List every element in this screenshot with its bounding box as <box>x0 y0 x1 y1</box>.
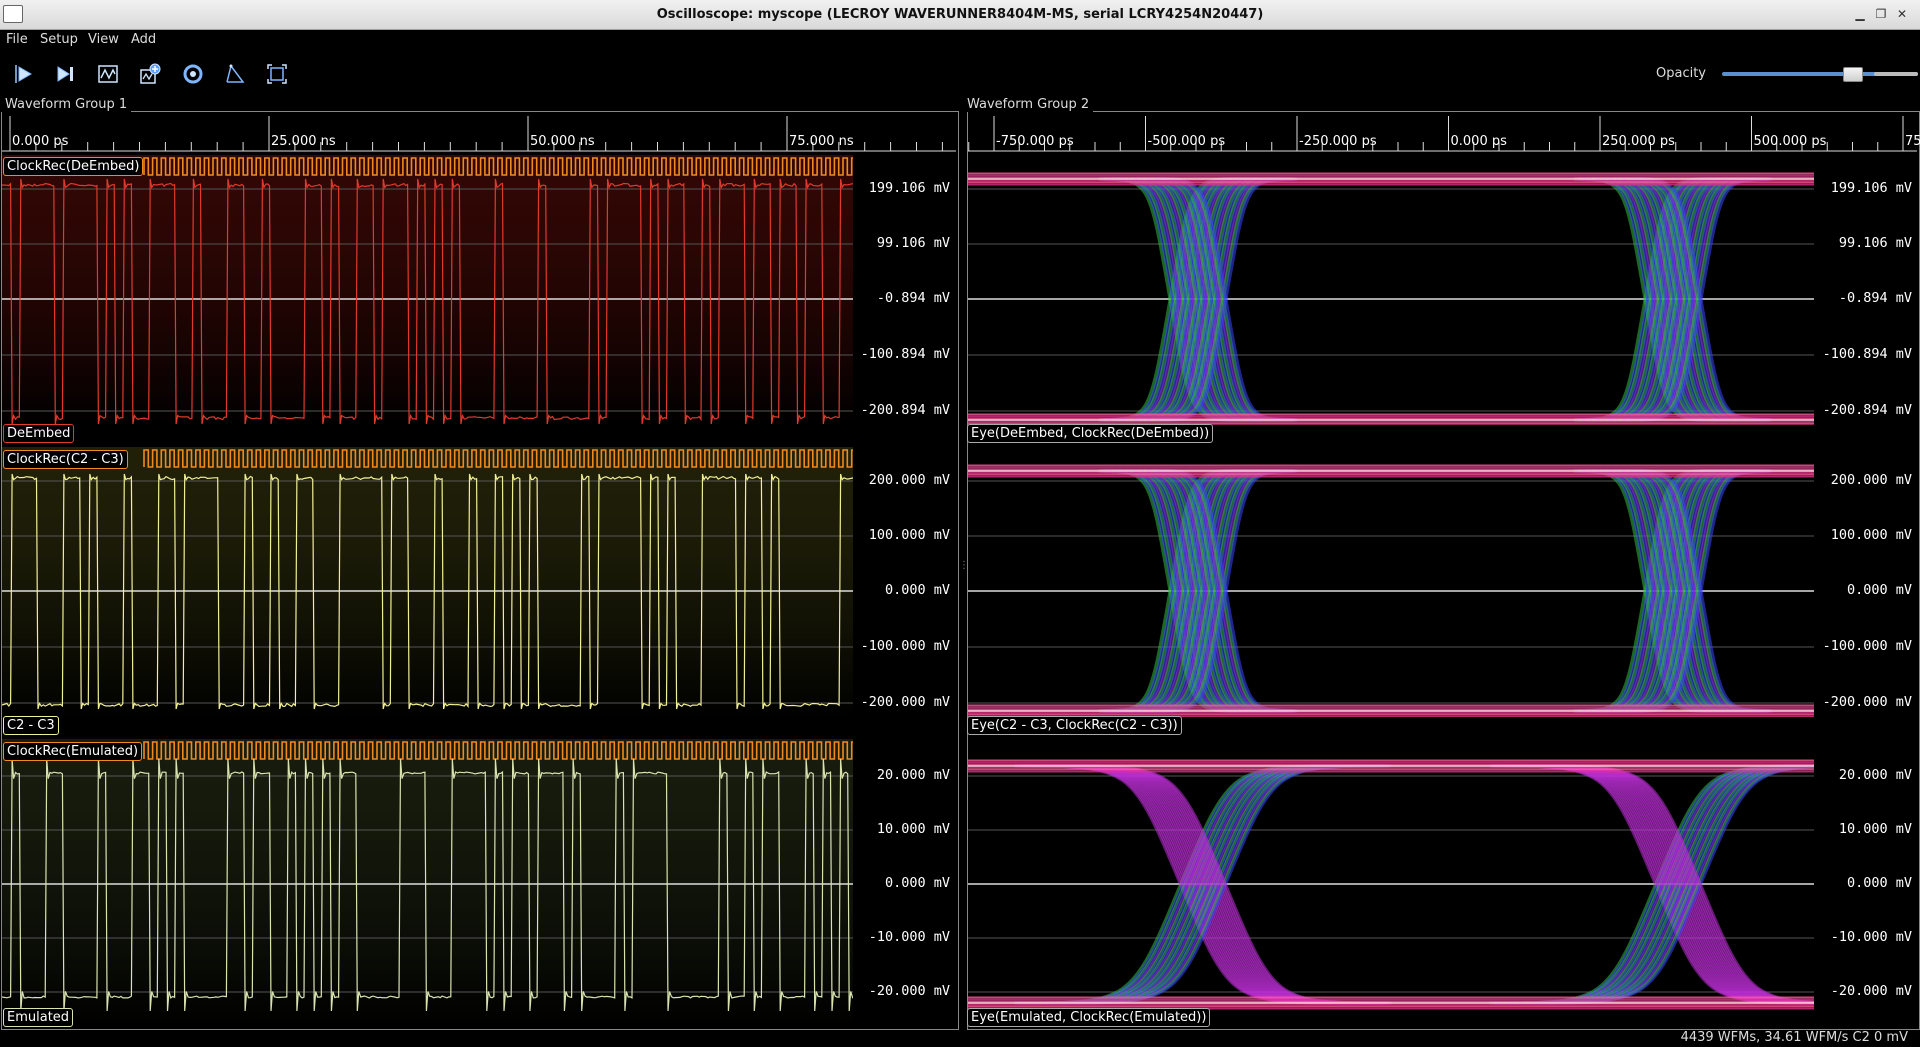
title-bar: Oscilloscope: myscope (LECROY WAVERUNNER… <box>0 0 1920 30</box>
fullscreen-icon[interactable] <box>260 59 294 89</box>
y-tick-label: -10.000 mV <box>868 929 950 945</box>
y-tick-label: 100.000 mV <box>868 527 950 543</box>
y-tick-label: -0.894 mV <box>1838 290 1912 306</box>
time-tick-label: -500.000 ps <box>1147 134 1226 149</box>
opacity-slider-handle[interactable] <box>1843 67 1863 82</box>
plot-deembed[interactable] <box>2 155 853 425</box>
y-tick-label: 0.000 mV <box>1846 582 1912 598</box>
opacity-slider[interactable] <box>1722 72 1918 76</box>
eye-deembed[interactable] <box>968 155 1814 425</box>
y-tick-label: -100.894 mV <box>860 346 950 362</box>
y-tick-label: -200.000 mV <box>1822 694 1912 710</box>
y-tick-label: 200.000 mV <box>1830 472 1912 488</box>
time-tick-label: 250.000 ps <box>1602 134 1675 149</box>
time-tick-label: -250.000 ps <box>1299 134 1377 149</box>
menu-add[interactable]: Add <box>131 32 156 47</box>
y-tick-label: -20.000 mV <box>868 983 950 999</box>
clock-label-c2-c3[interactable]: ClockRec(C2 - C3) <box>3 450 128 469</box>
status-text: 4439 WFMs, 34.61 WFM/s C2 0 mV <box>1680 1030 1908 1045</box>
triangle-icon[interactable] <box>218 59 252 89</box>
y-tick-label: 20.000 mV <box>876 767 950 783</box>
y-tick-label: -100.000 mV <box>860 638 950 654</box>
menu-file[interactable]: File <box>6 32 28 47</box>
y-tick-label: 10.000 mV <box>1838 821 1912 837</box>
y-tick-label: -200.894 mV <box>1822 402 1912 418</box>
clock-label-emulated[interactable]: ClockRec(Emulated) <box>3 742 143 761</box>
time-tick-label: 750. <box>1905 134 1920 149</box>
play-icon[interactable] <box>6 59 40 89</box>
y-tick-label: -0.894 mV <box>876 290 950 306</box>
y-tick-label: 0.000 mV <box>884 875 950 891</box>
refresh-icon[interactable] <box>176 59 210 89</box>
channel-label-emulated[interactable]: Emulated <box>3 1008 74 1027</box>
close-icon[interactable]: ✕ <box>1894 6 1910 22</box>
eye-emulated[interactable] <box>968 739 1814 1027</box>
menu-bar: File Setup View Add <box>0 30 1920 50</box>
y-tick-label: -20.000 mV <box>1830 983 1912 999</box>
y-tick-label: 199.106 mV <box>1830 180 1912 196</box>
channel-label-c2-c3[interactable]: C2 - C3 <box>3 716 59 735</box>
waveform-group-1-title: Waveform Group 1 <box>1 97 132 112</box>
y-tick-label: -100.894 mV <box>1822 346 1912 362</box>
oscilloscope-app: Oscilloscope: myscope (LECROY WAVERUNNER… <box>0 0 1920 1047</box>
y-tick-label: 20.000 mV <box>1838 767 1912 783</box>
time-tick-label: 0.000 ps <box>1450 134 1507 149</box>
time-tick-label: 500.000 ps <box>1753 134 1827 149</box>
plot-emulated[interactable] <box>2 739 853 1027</box>
menu-setup[interactable]: Setup <box>40 32 78 47</box>
y-tick-label: 200.000 mV <box>868 472 950 488</box>
menu-view[interactable]: View <box>88 32 119 47</box>
y-tick-label: 0.000 mV <box>884 582 950 598</box>
eye-c2-c3[interactable] <box>968 447 1814 717</box>
y-tick-label: 199.106 mV <box>868 180 950 196</box>
y-tick-label: -100.000 mV <box>1822 638 1912 654</box>
add-measurement-icon[interactable] <box>133 59 167 89</box>
waveform-icon[interactable] <box>91 59 125 89</box>
y-tick-label: 99.106 mV <box>876 235 950 251</box>
waveform-group-2-title: Waveform Group 2 <box>963 97 1094 112</box>
window-title: Oscilloscope: myscope (LECROY WAVERUNNER… <box>656 7 1264 22</box>
time-tick-label: 75.000 ns <box>789 134 854 149</box>
eye-label-deembed[interactable]: Eye(DeEmbed, ClockRec(DeEmbed)) <box>967 424 1214 443</box>
y-tick-label: 100.000 mV <box>1830 527 1912 543</box>
plot-c2-c3[interactable] <box>2 447 853 717</box>
time-tick-label: 0.000 ps <box>12 134 69 149</box>
status-bar: 4439 WFMs, 34.61 WFM/s C2 0 mV <box>0 1030 1920 1047</box>
time-tick-label: 50.000 ns <box>530 134 595 149</box>
opacity-label: Opacity <box>1656 66 1707 81</box>
y-tick-label: 0.000 mV <box>1846 875 1912 891</box>
toolbar: Opacity <box>0 55 1920 93</box>
time-tick-label: 25.000 ns <box>271 134 336 149</box>
y-tick-label: 10.000 mV <box>876 821 950 837</box>
y-tick-label: -200.000 mV <box>860 694 950 710</box>
minimize-icon[interactable]: ▁ <box>1852 6 1868 22</box>
eye-label-emulated[interactable]: Eye(Emulated, ClockRec(Emulated)) <box>967 1008 1211 1027</box>
clock-label-deembed[interactable]: ClockRec(DeEmbed) <box>3 157 144 176</box>
eye-label-c2-c3[interactable]: Eye(C2 - C3, ClockRec(C2 - C3)) <box>967 716 1182 735</box>
single-step-icon[interactable] <box>49 59 83 89</box>
time-tick-label: -750.000 ps <box>996 134 1074 149</box>
y-tick-label: -10.000 mV <box>1830 929 1912 945</box>
splitter-handle[interactable]: ⋮ <box>959 560 969 571</box>
y-tick-label: -200.894 mV <box>860 402 950 418</box>
channel-label-deembed[interactable]: DeEmbed <box>3 424 75 443</box>
y-tick-label: 99.106 mV <box>1838 235 1912 251</box>
maximize-icon[interactable]: ❐ <box>1873 6 1889 22</box>
